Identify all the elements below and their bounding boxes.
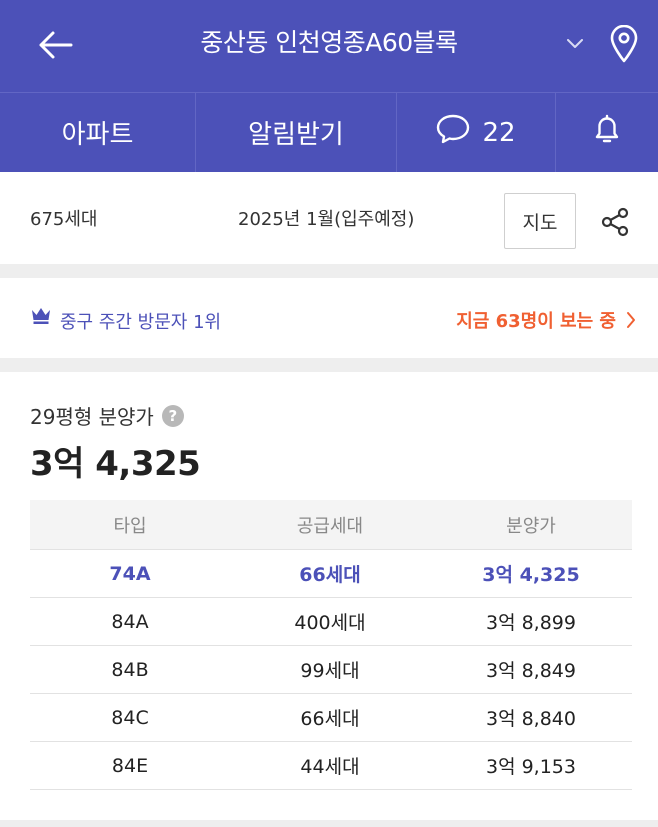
cell-units: 66세대 xyxy=(299,564,361,586)
tab-notifications-label: 알림받기 xyxy=(248,120,344,150)
cell-type: 74A xyxy=(109,562,151,585)
cell-type: 84A xyxy=(111,610,149,633)
live-viewers-text: 지금 63명이 보는 중 xyxy=(456,311,616,332)
cell-price: 3억 9,153 xyxy=(485,756,576,778)
type-price-table: 타입 공급세대 분양가 74A 66세대 3억 4,325 84A 400세대 … xyxy=(30,500,632,790)
section-divider xyxy=(0,264,658,278)
tab-bell[interactable] xyxy=(556,93,658,172)
map-button[interactable]: 지도 xyxy=(504,193,576,249)
chevron-right-icon xyxy=(626,311,636,329)
table-row[interactable]: 84A 400세대 3억 8,899 xyxy=(30,598,632,646)
header-type: 타입 xyxy=(113,515,147,537)
share-icon[interactable] xyxy=(596,203,634,241)
section-divider xyxy=(0,820,658,827)
location-pin-icon[interactable] xyxy=(600,20,648,68)
price-label-text: 29평형 분양가 xyxy=(30,405,154,429)
cell-price: 3억 8,899 xyxy=(485,612,576,634)
live-viewers-link[interactable]: 지금 63명이 보는 중 xyxy=(456,307,636,333)
table-row[interactable]: 84B 99세대 3억 8,849 xyxy=(30,646,632,694)
chat-bubble-icon xyxy=(436,114,470,151)
cell-units: 66세대 xyxy=(300,708,360,730)
bell-icon xyxy=(592,113,622,152)
cell-price: 3억 8,849 xyxy=(485,660,576,682)
cell-type: 84E xyxy=(111,754,149,777)
move-in-date: 2025년 1월(입주예정) xyxy=(238,209,415,230)
household-count: 675세대 xyxy=(30,209,98,230)
tab-notifications-subscribe[interactable]: 알림받기 xyxy=(196,93,397,172)
cell-price: 3억 4,325 xyxy=(482,564,580,586)
tab-comments[interactable]: 22 xyxy=(397,93,556,172)
table-row[interactable]: 84E 44세대 3억 9,153 xyxy=(30,742,632,790)
cell-units: 99세대 xyxy=(300,660,360,682)
chevron-down-icon[interactable] xyxy=(560,30,590,58)
header-sale-price: 분양가 xyxy=(506,515,556,537)
header-bar: 중산동 인천영종A60블록 xyxy=(0,0,658,92)
cell-units: 400세대 xyxy=(294,612,366,634)
comment-count: 22 xyxy=(482,117,516,148)
section-divider xyxy=(0,358,658,372)
price-section-label: 29평형 분양가 ? xyxy=(30,401,184,430)
question-icon[interactable]: ? xyxy=(161,404,184,427)
crown-icon xyxy=(30,305,54,327)
table-header: 타입 공급세대 분양가 xyxy=(30,500,632,550)
header-supply-units: 공급세대 xyxy=(296,515,364,537)
ranking-row: 중구 주간 방문자 1위 지금 63명이 보는 중 xyxy=(0,278,658,358)
table-row[interactable]: 74A 66세대 3억 4,325 xyxy=(30,550,632,598)
weekly-visitor-rank: 중구 주간 방문자 1위 xyxy=(60,312,222,333)
sale-price-value: 3억 4,325 xyxy=(30,444,201,484)
cell-type: 84C xyxy=(111,706,149,729)
cell-units: 44세대 xyxy=(300,756,360,778)
tab-apartment-label: 아파트 xyxy=(61,120,134,150)
cell-type: 84B xyxy=(111,658,149,681)
tab-bar: 아파트 알림받기 22 xyxy=(0,92,658,172)
complex-info-row: 675세대 2025년 1월(입주예정) 지도 xyxy=(0,172,658,264)
cell-price: 3억 8,840 xyxy=(485,708,576,730)
tab-apartment[interactable]: 아파트 xyxy=(0,93,196,172)
table-row[interactable]: 84C 66세대 3억 8,840 xyxy=(30,694,632,742)
